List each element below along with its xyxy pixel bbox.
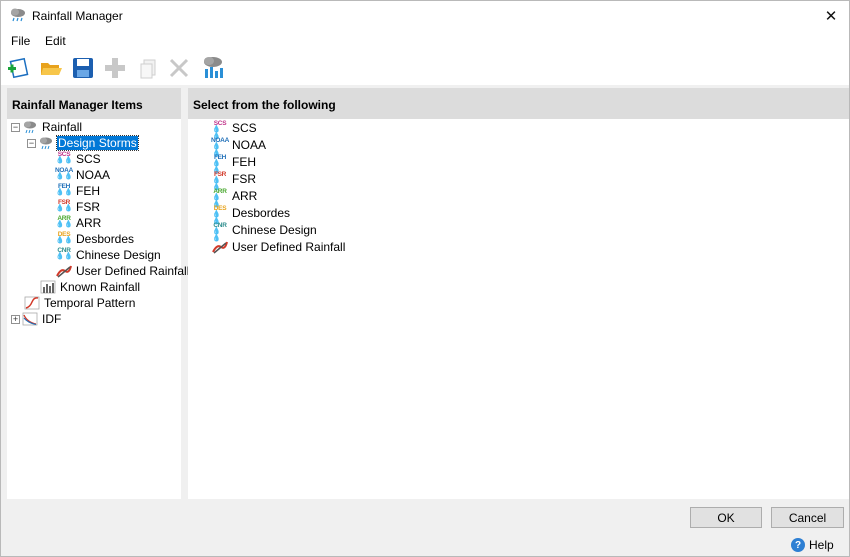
tree-item-noaa[interactable]: NOAA 💧💧 NOAA: [55, 166, 111, 183]
new-icon[interactable]: [5, 55, 31, 81]
items-panel-header: Rainfall Manager Items: [7, 88, 181, 119]
selection-panel: Select from the following SCS 💧💧 SCS NOAA…: [188, 88, 849, 499]
bar-chart-icon: [40, 280, 56, 294]
cancel-button[interactable]: Cancel: [771, 507, 844, 528]
tree-item-temporal-pattern[interactable]: Temporal Pattern: [24, 295, 136, 311]
delete-icon: [166, 55, 192, 81]
list-item-chinese-design[interactable]: CNR 💧💧 Chinese Design: [212, 221, 318, 242]
selection-panel-header: Select from the following: [188, 88, 849, 119]
tree-item-desbordes[interactable]: DES 💧💧 Desbordes: [56, 231, 135, 247]
window-title: Rainfall Manager: [32, 9, 123, 23]
tree-item-fsr[interactable]: FSR 💧💧 FSR: [56, 199, 101, 215]
collapse-icon[interactable]: −: [27, 138, 36, 148]
tree-item-user-defined[interactable]: User Defined Rainfall: [56, 263, 190, 279]
copy-icon: [135, 55, 161, 81]
list-label: User Defined Rainfall: [232, 240, 346, 254]
tree-label: SCS: [76, 152, 101, 166]
list-item-user-defined[interactable]: User Defined Rainfall: [212, 239, 346, 255]
idf-curve-icon: [22, 312, 38, 326]
tree-label: Chinese Design: [76, 248, 161, 262]
tree-item-chinese-design[interactable]: CNR 💧💧 Chinese Design: [56, 247, 162, 263]
fsr-icon: FSR 💧💧: [212, 170, 227, 191]
list-label: FEH: [232, 155, 256, 169]
tree-label: User Defined Rainfall: [76, 264, 190, 278]
list-label: ARR: [232, 189, 258, 203]
ok-button[interactable]: OK: [690, 507, 762, 528]
fsr-icon: FSR 💧💧: [55, 198, 73, 212]
list-item-fsr[interactable]: FSR 💧💧 FSR: [212, 170, 257, 191]
tree-label: Known Rainfall: [60, 280, 141, 294]
list-item-scs[interactable]: SCS 💧💧 SCS: [212, 119, 258, 140]
list-item-feh[interactable]: FEH 💧💧 FEH: [212, 153, 257, 174]
help-label: Help: [809, 538, 834, 552]
feh-icon: FEH 💧💧: [55, 182, 73, 196]
tree-item-rainfall[interactable]: − Rainfall: [11, 119, 83, 135]
list-item-desbordes[interactable]: DES 💧💧 Desbordes: [212, 204, 291, 225]
scs-icon: SCS 💧💧: [212, 119, 227, 140]
add-icon: [102, 55, 128, 81]
title-bar: Rainfall Manager ✕: [1, 1, 849, 31]
arr-icon: ARR 💧💧: [55, 214, 73, 228]
tree-item-design-storms[interactable]: − Design Storms: [27, 135, 139, 151]
cnr-icon: CNR 💧💧: [212, 221, 227, 242]
tree-item-feh[interactable]: FEH 💧💧 FEH: [56, 183, 101, 199]
tree-label: IDF: [42, 312, 62, 326]
tree-label: NOAA: [76, 168, 111, 182]
tree-item-known-rainfall[interactable]: Known Rainfall: [40, 279, 141, 295]
rain-cloud-icon: [22, 120, 38, 134]
help-link[interactable]: ? Help: [791, 538, 834, 552]
tree-item-idf[interactable]: + IDF: [11, 311, 62, 327]
open-folder-icon[interactable]: [38, 55, 64, 81]
menu-bar: File Edit: [1, 31, 849, 51]
user-defined-rainfall-icon: [212, 240, 228, 254]
toolbar: [1, 51, 849, 85]
collapse-icon[interactable]: −: [11, 122, 20, 132]
tree-label: FSR: [76, 200, 100, 214]
help-icon: ?: [791, 538, 805, 552]
noaa-icon: NOAA 💧💧: [211, 136, 229, 157]
menu-file[interactable]: File: [11, 34, 30, 48]
tree-label: Temporal Pattern: [44, 296, 136, 310]
rainfall-chart-icon[interactable]: [200, 55, 226, 81]
rain-cloud-icon: [9, 7, 27, 23]
feh-icon: FEH 💧💧: [212, 153, 227, 174]
tree-label: FEH: [76, 184, 100, 198]
tree-item-scs[interactable]: SCS 💧💧 SCS: [56, 151, 102, 167]
list-label: NOAA: [232, 138, 267, 152]
tree-item-arr[interactable]: ARR 💧💧 ARR: [56, 215, 102, 231]
scs-icon: SCS 💧💧: [55, 150, 73, 164]
list-label: FSR: [232, 172, 256, 186]
list-label: Chinese Design: [232, 223, 317, 237]
tree-label: Rainfall: [42, 120, 83, 134]
arr-icon: ARR 💧💧: [212, 187, 227, 208]
des-icon: DES 💧💧: [212, 204, 227, 225]
list-item-arr[interactable]: ARR 💧💧 ARR: [212, 187, 258, 208]
list-item-noaa[interactable]: NOAA 💧💧 NOAA: [211, 136, 267, 157]
list-label: SCS: [232, 121, 257, 135]
items-panel: Rainfall Manager Items − Rainfall − Desi…: [7, 88, 189, 499]
expand-icon[interactable]: +: [11, 314, 20, 324]
user-defined-rainfall-icon: [56, 264, 72, 278]
list-label: Desbordes: [232, 206, 291, 220]
tree-label: Desbordes: [76, 232, 135, 246]
tree-label: ARR: [76, 216, 102, 230]
line-chart-icon: [24, 296, 40, 310]
rain-cloud-icon: [38, 136, 54, 150]
des-icon: DES 💧💧: [55, 230, 73, 244]
tree-label-selected: Design Storms: [56, 135, 139, 151]
cnr-icon: CNR 💧💧: [55, 246, 73, 260]
close-button[interactable]: ✕: [813, 1, 849, 31]
noaa-icon: NOAA 💧💧: [55, 166, 73, 180]
rainfall-manager-window: Rainfall Manager ✕ File Edit Rainfall Ma…: [0, 0, 850, 557]
menu-edit[interactable]: Edit: [45, 34, 66, 48]
save-icon[interactable]: [70, 55, 96, 81]
